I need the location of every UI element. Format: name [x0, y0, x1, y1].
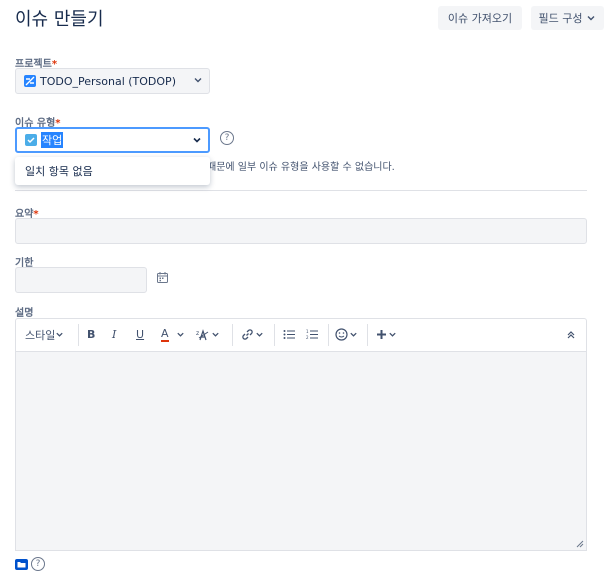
folder-icon[interactable]: [15, 559, 28, 570]
text-color-button[interactable]: A: [161, 319, 185, 350]
toolbar-separator: [328, 324, 329, 346]
more-formatting-button[interactable]: z: [196, 319, 220, 350]
page-title: 이슈 만들기: [15, 9, 104, 30]
chevron-down-icon: [256, 332, 263, 337]
issue-type-notice: 때문에 일부 이슈 유형을 사용할 수 없습니다.: [207, 162, 395, 173]
issue-type-select[interactable]: 작업: [15, 127, 210, 153]
checkbox-task-icon: [25, 134, 37, 146]
more-formatting-icon: z: [196, 328, 209, 340]
help-icon[interactable]: ?: [31, 557, 45, 571]
configure-fields-label: 필드 구성: [538, 12, 583, 25]
issue-type-dropdown: 일치 항목 없음: [15, 157, 210, 185]
italic-button[interactable]: I: [112, 319, 116, 350]
bold-button[interactable]: B: [87, 319, 95, 350]
summary-input[interactable]: [15, 218, 587, 244]
description-editor[interactable]: [15, 351, 587, 551]
toolbar-separator: [367, 324, 368, 346]
bullet-list-button[interactable]: [283, 319, 295, 350]
calendar-icon[interactable]: [157, 272, 168, 283]
toolbar-separator: [78, 324, 79, 346]
due-date-input[interactable]: [15, 267, 147, 293]
text-color-label: A: [161, 326, 169, 342]
chevron-down-icon: [193, 137, 201, 143]
description-label: 설명: [15, 308, 34, 319]
svg-text:z: z: [196, 330, 199, 337]
collapse-toolbar-button[interactable]: [566, 319, 576, 350]
project-value: TODO_Personal (TODOP): [40, 74, 176, 88]
toolbar-separator: [274, 324, 275, 346]
style-dropdown[interactable]: 스타일: [25, 319, 64, 350]
chevron-down-icon: [56, 332, 64, 337]
help-icon[interactable]: ?: [220, 131, 234, 145]
bullet-list-icon: [283, 330, 295, 339]
toolbar-separator: [232, 324, 233, 346]
configure-fields-button[interactable]: 필드 구성: [531, 6, 604, 30]
style-label: 스타일: [25, 328, 56, 342]
svg-text:1: 1: [306, 329, 309, 334]
emoji-icon: [335, 328, 348, 341]
chevron-down-icon: [212, 332, 219, 337]
chevron-down-icon: [350, 332, 357, 337]
editor-toolbar: 스타일 B I U A z 1 2: [15, 318, 587, 351]
underline-button[interactable]: U: [136, 319, 144, 350]
project-avatar-icon: [24, 75, 36, 87]
plus-icon: [377, 330, 386, 339]
chevron-down-icon: [194, 78, 202, 83]
divider: [15, 190, 587, 191]
issue-type-value[interactable]: 작업: [41, 132, 64, 148]
chevron-down-icon: [587, 16, 595, 21]
double-chevron-up-icon: [567, 330, 575, 338]
insert-button[interactable]: [376, 319, 397, 350]
chevron-down-icon: [176, 332, 184, 337]
link-button[interactable]: [241, 319, 264, 350]
resize-handle-icon[interactable]: [576, 540, 584, 548]
numbered-list-icon: 1 2: [306, 329, 318, 340]
svg-text:2: 2: [306, 335, 309, 340]
numbered-list-button[interactable]: 1 2: [306, 319, 318, 350]
no-match-message: 일치 항목 없음: [25, 165, 93, 178]
project-select[interactable]: TODO_Personal (TODOP): [15, 68, 210, 94]
import-issues-button[interactable]: 이슈 가져오기: [438, 6, 522, 30]
chevron-down-icon: [389, 332, 396, 337]
emoji-button[interactable]: [335, 319, 358, 350]
link-icon: [242, 329, 253, 340]
